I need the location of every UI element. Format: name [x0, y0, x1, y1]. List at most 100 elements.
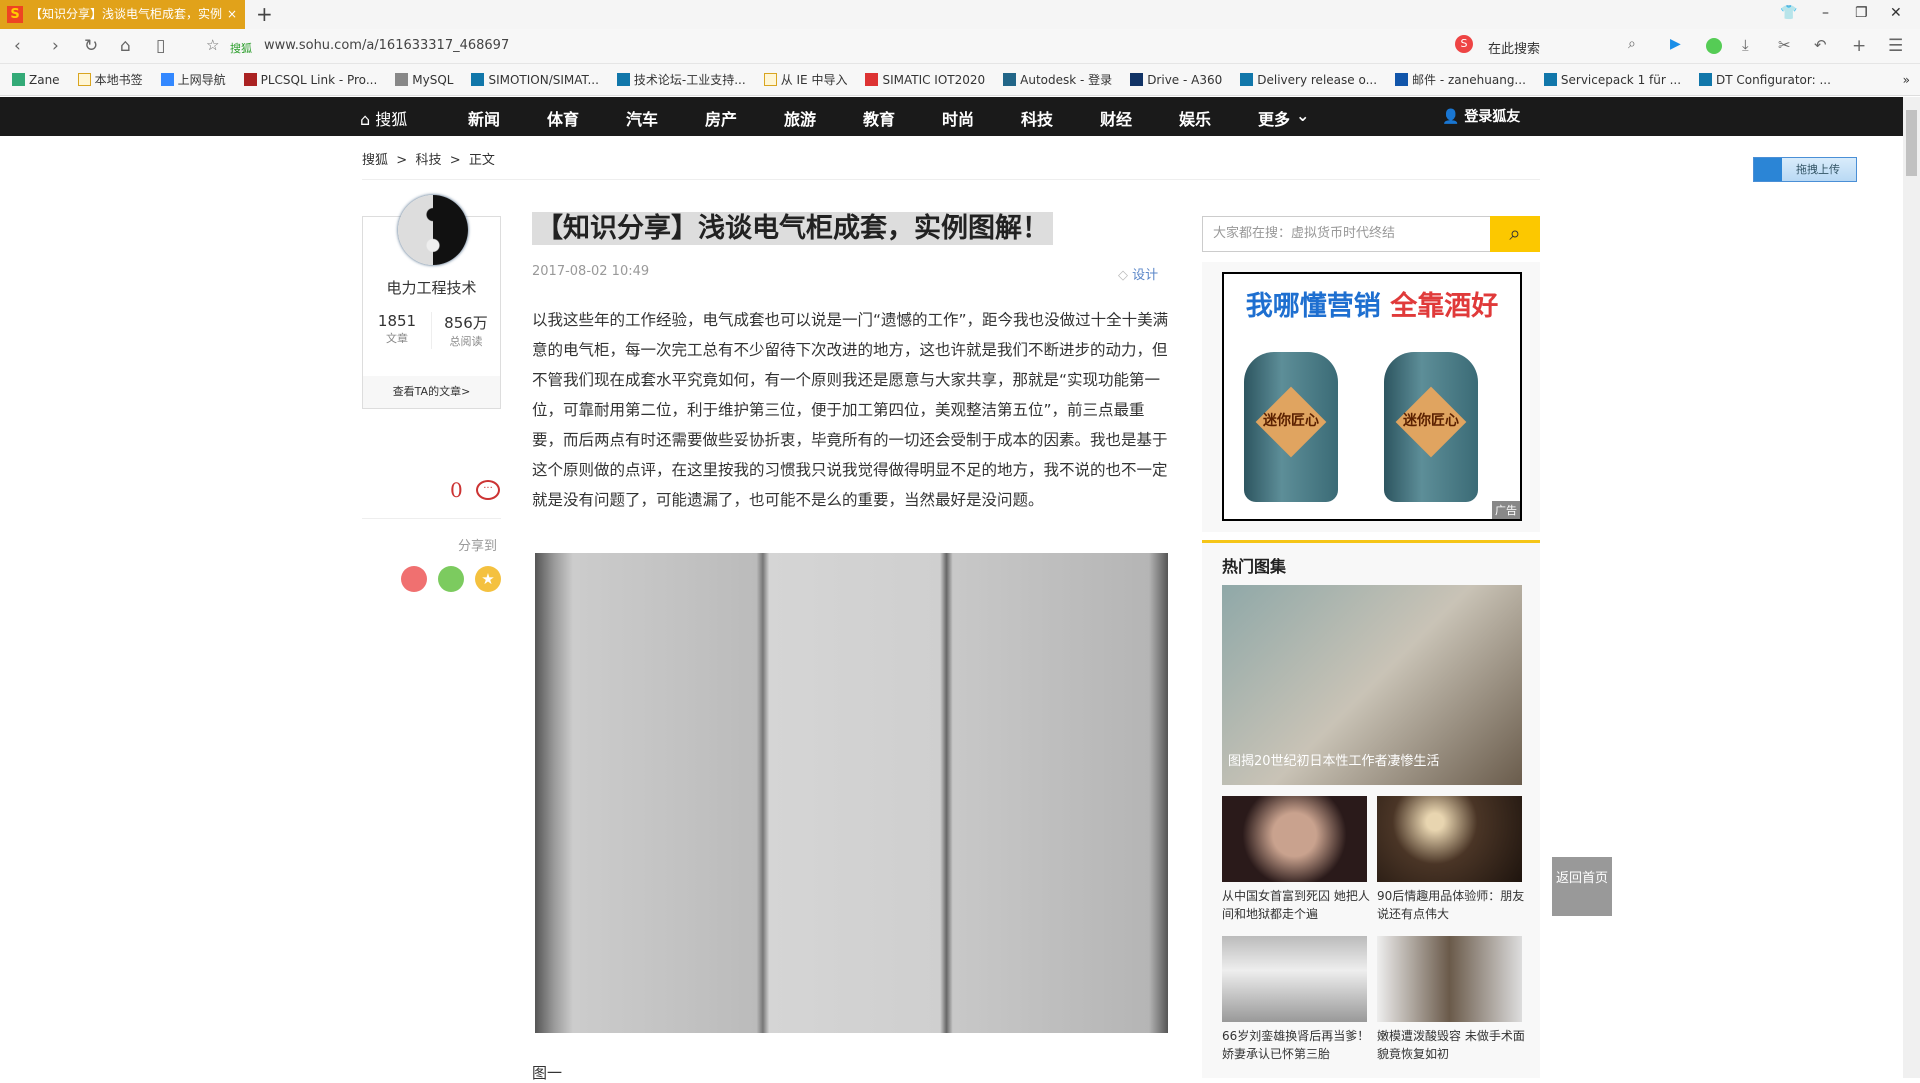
chevron-down-icon[interactable]: ⌄	[1296, 106, 1309, 125]
crumb-sohu[interactable]: 搜狐	[362, 153, 388, 168]
read-count-label: 总阅读	[449, 335, 483, 348]
back-home-button[interactable]: 返回首页	[1552, 857, 1612, 916]
forward-icon[interactable]: ›	[52, 36, 59, 56]
divider	[362, 179, 1540, 180]
bookmark-item[interactable]: PLCSQL Link - Pro...	[243, 73, 377, 87]
browser-tab-active[interactable]: S 【知识分享】浅谈电气柜成套，实例 ×	[0, 0, 245, 29]
favorite-share-icon[interactable]: ★	[475, 566, 501, 592]
scrollbar-thumb[interactable]	[1906, 110, 1917, 176]
tab-close-button[interactable]: ×	[227, 0, 237, 29]
nav-item[interactable]: 科技	[1021, 106, 1053, 130]
plus-icon[interactable]: +	[1852, 36, 1866, 56]
reader-icon[interactable]: ▯	[156, 36, 165, 56]
nav-item[interactable]: 教育	[863, 106, 895, 130]
tab-title: 【知识分享】浅谈电气柜成套，实例	[30, 7, 223, 21]
bookmark-item[interactable]: 技术论坛-工业支持...	[616, 71, 746, 88]
bookmark-icon	[243, 73, 257, 86]
url-input[interactable]: www.sohu.com/a/161633317_468697	[264, 38, 509, 53]
restore-button[interactable]: ❐	[1855, 5, 1868, 21]
star-icon[interactable]: ☆	[206, 36, 219, 54]
view-articles-link[interactable]: 查看TA的文章>	[363, 376, 500, 408]
bookmark-item[interactable]: Zane	[12, 73, 60, 87]
skin-icon[interactable]: 👕	[1780, 5, 1797, 21]
new-tab-button[interactable]: +	[256, 2, 273, 26]
divider	[362, 518, 501, 519]
login-button[interactable]: 👤 登录狐友	[1442, 106, 1520, 126]
comment-icon[interactable]: ···	[476, 480, 500, 500]
bookmark-item[interactable]: Drive - A360	[1130, 73, 1222, 87]
minimize-button[interactable]: –	[1822, 5, 1829, 21]
author-avatar[interactable]	[398, 195, 468, 265]
article-paragraph: 以我这些年的工作经验，电气成套也可以说是一门“遗憾的工作”，距今我也没做过十全十…	[532, 311, 1169, 509]
reload-icon[interactable]: ↻	[84, 36, 98, 56]
nav-item[interactable]: 体育	[547, 106, 579, 130]
bookmark-item[interactable]: 本地书签	[77, 71, 143, 88]
gallery-caption[interactable]: 90后情趣用品体验师：朋友说还有点伟大	[1377, 887, 1527, 923]
bookmark-item[interactable]: 上网导航	[160, 71, 226, 88]
sogou-search-icon[interactable]: S	[1455, 35, 1473, 53]
gallery-caption[interactable]: 嫩模遭泼酸毁容 未做手术面貌竟恢复如初	[1377, 1027, 1527, 1063]
bookmark-item[interactable]: Autodesk - 登录	[1003, 71, 1112, 88]
gallery-thumb[interactable]	[1222, 936, 1367, 1022]
article-count-label: 文章	[386, 332, 408, 345]
article-title: 【知识分享】浅谈电气柜成套，实例图解！	[532, 212, 1053, 245]
nav-home-logo[interactable]: ⌂ 搜狐	[360, 106, 407, 130]
bookmark-item[interactable]: DT Configurator: ...	[1699, 73, 1831, 87]
wechat-share-icon[interactable]	[438, 566, 464, 592]
home-icon[interactable]: ⌂	[120, 36, 131, 56]
nav-item[interactable]: 新闻	[468, 106, 500, 130]
nav-item[interactable]: 时尚	[942, 106, 974, 130]
bookmarks-bar: Zane 本地书签 上网导航 PLCSQL Link - Pro... MySQL SIM…	[0, 64, 1920, 96]
gallery-thumb[interactable]	[1377, 936, 1522, 1022]
hot-gallery-title: 热门图集	[1222, 557, 1287, 576]
tag-icon: ◇	[1118, 268, 1128, 283]
bookmark-item[interactable]: SIMOTION/SIMAT...	[471, 73, 599, 87]
weibo-share-icon[interactable]	[401, 566, 427, 592]
scissors-icon[interactable]: ✂	[1778, 36, 1791, 54]
play-icon[interactable]: ▶	[1670, 36, 1681, 52]
bookmark-icon	[160, 73, 174, 86]
wechat-icon[interactable]	[1706, 38, 1722, 54]
article-count: 1851	[377, 312, 417, 330]
crumb-tech[interactable]: 科技	[415, 153, 441, 168]
article-tag[interactable]: ◇ 设计	[1118, 264, 1158, 283]
search-icon[interactable]: ⌕	[1628, 36, 1636, 52]
bookmark-item[interactable]: 邮件 - zanehuang...	[1395, 71, 1526, 88]
site-nav: ⌂ 搜狐 新闻 体育 汽车 房产 旅游 教育 时尚 科技 财经 娱乐 更多 ⌄ 👤 登录狐友	[0, 97, 1903, 136]
browser-search-input[interactable]: 在此搜索	[1488, 38, 1540, 57]
bookmark-icon	[1395, 73, 1409, 86]
bookmark-icon	[471, 73, 485, 86]
bookmark-item[interactable]: 从 IE 中导入	[763, 71, 847, 88]
download-icon[interactable]: ⤓	[1742, 36, 1749, 54]
gallery-thumb[interactable]	[1377, 796, 1522, 882]
bookmark-item[interactable]: Delivery release o...	[1240, 73, 1377, 87]
featured-gallery-image[interactable]: 图揭20世纪初日本性工作者凄惨生活	[1222, 585, 1522, 785]
site-search-button[interactable]: ⌕	[1490, 216, 1540, 252]
close-window-button[interactable]: ✕	[1890, 5, 1902, 21]
nav-item[interactable]: 财经	[1100, 106, 1132, 130]
undo-icon[interactable]: ↶	[1814, 36, 1827, 54]
ad-banner[interactable]: 我哪懂营销 全靠酒好 迷你匠心 迷你匠心 广告	[1222, 272, 1522, 521]
menu-icon[interactable]: ☰	[1888, 36, 1903, 56]
sohu-favicon-icon: S	[7, 6, 23, 23]
breadcrumb: 搜狐 > 科技 > 正文	[362, 153, 495, 168]
drag-upload-button[interactable]: 拖拽上传	[1753, 157, 1857, 182]
nav-item[interactable]: 汽车	[626, 106, 658, 130]
comment-count[interactable]: 0	[450, 478, 463, 502]
gallery-caption[interactable]: 从中国女首富到死囚 她把人间和地狱都走个遍	[1222, 887, 1372, 923]
bookmark-item[interactable]: MySQL	[395, 73, 453, 87]
nav-item[interactable]: 旅游	[784, 106, 816, 130]
featured-caption[interactable]: 图揭20世纪初日本性工作者凄惨生活	[1228, 750, 1440, 769]
gallery-caption[interactable]: 66岁刘銮雄换肾后再当爹！娇妻承认已怀第三胎	[1222, 1027, 1372, 1063]
bookmarks-more-button[interactable]: »	[1903, 73, 1910, 87]
nav-item[interactable]: 娱乐	[1179, 106, 1211, 130]
bookmark-icon	[1543, 73, 1557, 86]
bookmark-item[interactable]: Servicepack 1 für ...	[1543, 73, 1681, 87]
nav-item[interactable]: 房产	[705, 106, 737, 130]
bookmark-item[interactable]: SIMATIC IOT2020	[865, 73, 985, 87]
nav-item[interactable]: 更多	[1258, 106, 1290, 130]
gallery-thumb[interactable]	[1222, 796, 1367, 882]
author-name[interactable]: 电力工程技术	[363, 277, 500, 298]
scrollbar[interactable]	[1903, 97, 1920, 1078]
back-icon[interactable]: ‹	[14, 36, 21, 56]
